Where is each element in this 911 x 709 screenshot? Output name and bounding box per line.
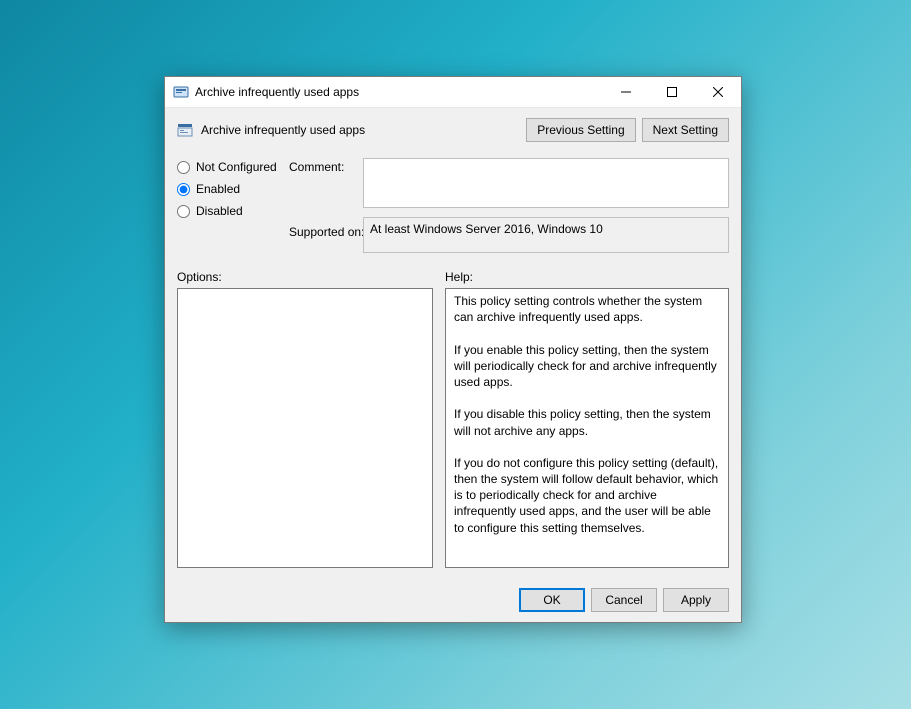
supported-on-value xyxy=(363,217,729,253)
apply-button[interactable]: Apply xyxy=(663,588,729,612)
titlebar: Archive infrequently used apps xyxy=(165,77,741,108)
supported-on-label: Supported on: xyxy=(289,217,359,239)
radio-enabled[interactable]: Enabled xyxy=(177,182,285,196)
panes-labels: Options: Help: xyxy=(165,266,741,288)
help-label: Help: xyxy=(445,270,729,284)
radio-disabled[interactable]: Disabled xyxy=(177,204,285,218)
client-area: Archive infrequently used apps Previous … xyxy=(165,108,741,622)
close-button[interactable] xyxy=(695,77,741,107)
window-title: Archive infrequently used apps xyxy=(195,85,359,99)
ok-button[interactable]: OK xyxy=(519,588,585,612)
radio-enabled-label: Enabled xyxy=(196,182,240,196)
maximize-button[interactable] xyxy=(649,77,695,107)
panes: This policy setting controls whether the… xyxy=(165,288,741,578)
options-label: Options: xyxy=(177,270,433,284)
previous-setting-button[interactable]: Previous Setting xyxy=(526,118,635,142)
dialog-footer: OK Cancel Apply xyxy=(165,578,741,622)
options-pane[interactable] xyxy=(177,288,433,568)
state-radio-group: Not Configured Enabled Disabled xyxy=(177,158,285,218)
radio-not-configured[interactable]: Not Configured xyxy=(177,160,285,174)
radio-not-configured-label: Not Configured xyxy=(196,160,277,174)
radio-disabled-input[interactable] xyxy=(177,205,190,218)
policy-editor-window: Archive infrequently used apps xyxy=(164,76,742,623)
app-icon xyxy=(173,84,189,100)
policy-icon xyxy=(177,122,193,138)
radio-not-configured-input[interactable] xyxy=(177,161,190,174)
next-setting-button[interactable]: Next Setting xyxy=(642,118,729,142)
comment-label: Comment: xyxy=(289,158,359,174)
radio-disabled-label: Disabled xyxy=(196,204,243,218)
comment-input[interactable] xyxy=(363,158,729,208)
help-pane[interactable]: This policy setting controls whether the… xyxy=(445,288,729,568)
header-row: Archive infrequently used apps Previous … xyxy=(165,108,741,152)
radio-enabled-input[interactable] xyxy=(177,183,190,196)
policy-title-text: Archive infrequently used apps xyxy=(201,123,365,137)
minimize-button[interactable] xyxy=(603,77,649,107)
cancel-button[interactable]: Cancel xyxy=(591,588,657,612)
config-block: Not Configured Enabled Disabled Comment:… xyxy=(165,152,741,266)
